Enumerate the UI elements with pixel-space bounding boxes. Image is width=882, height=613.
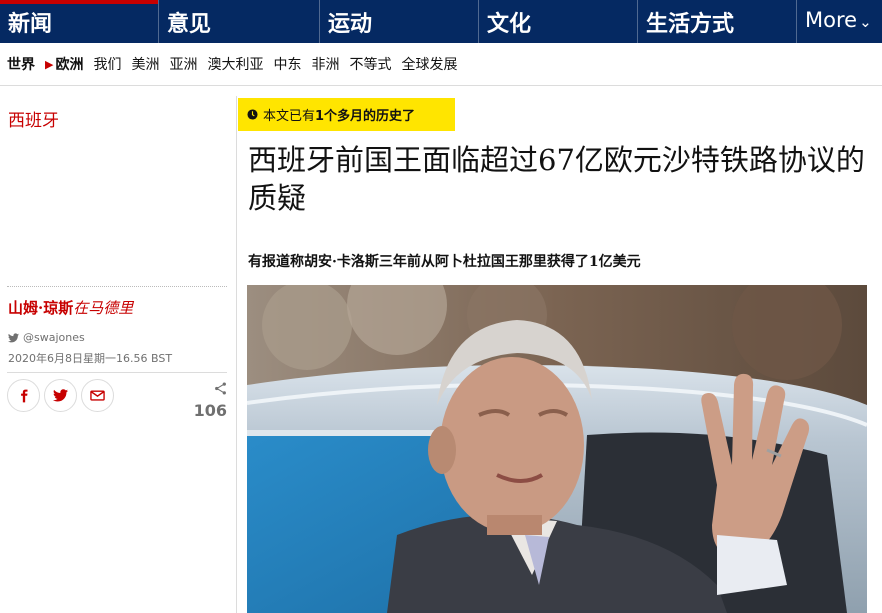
subnav-item-middle-east[interactable]: 中东 (273, 54, 301, 74)
nav-pillar-label: 运动 (328, 11, 373, 37)
subnav-item-africa[interactable]: 非洲 (311, 54, 339, 74)
share-count: 106 (194, 380, 227, 420)
nav-pillar-label: 新闻 (8, 11, 53, 37)
age-prefix: 本文已有 (263, 109, 316, 124)
pillar-bar (638, 0, 796, 4)
pillar-bar (320, 0, 478, 4)
subnav-item-us[interactable]: 我们 (93, 54, 121, 74)
article-main-photo (247, 285, 867, 613)
section-label[interactable]: 西班牙 (8, 106, 59, 131)
twitter-icon (53, 389, 68, 402)
subnav-item-inequality[interactable]: 不等式 (349, 54, 391, 74)
article-meta-column: 西班牙 山姆·琼斯在马德里 @swajones 2020年6月8日星期一16.5… (0, 96, 237, 613)
twitter-icon (8, 332, 19, 342)
nav-pillar-lifestyle[interactable]: 生活方式 (638, 0, 797, 43)
subnav-item-global-development[interactable]: 全球发展 (401, 54, 457, 74)
byline-location: 在马德里 (73, 299, 134, 317)
clock-icon (247, 109, 258, 120)
active-pillar-bar (0, 0, 158, 4)
subnav-item-europe[interactable]: 欧洲 (55, 54, 83, 74)
subnav-item-asia[interactable]: 亚洲 (169, 54, 197, 74)
article-standfirst: 有报道称胡安·卡洛斯三年前从阿卜杜拉国王那里获得了1亿美元 (248, 254, 641, 270)
article-headline: 西班牙前国王面临超过67亿欧元沙特铁路协议的质疑 (248, 143, 865, 215)
author-link[interactable]: 山姆·琼斯 (8, 299, 73, 317)
nav-pillar-culture[interactable]: 文化 (479, 0, 638, 43)
article-age-badge: 本文已有 1个多月的历史了 (238, 98, 455, 131)
nav-pillar-label: 意见 (167, 11, 212, 37)
meta-divider (7, 372, 227, 373)
share-icon (215, 382, 226, 395)
nav-pillar-news[interactable]: 新闻 (0, 0, 159, 43)
share-twitter-button[interactable] (44, 379, 77, 412)
triangle-right-icon: ▶ (45, 57, 54, 71)
more-label: More (805, 8, 858, 32)
nav-pillar-sport[interactable]: 运动 (320, 0, 479, 43)
email-icon (90, 390, 105, 401)
top-navigation: 新闻 意见 运动 文化 生活方式 More ⌄ (0, 0, 882, 43)
meta-divider (7, 286, 227, 287)
nav-pillar-label: 文化 (487, 11, 532, 37)
dateline: 2020年6月8日星期一16.56 BST (8, 352, 173, 365)
share-facebook-button[interactable] (7, 379, 40, 412)
twitter-handle-row[interactable]: @swajones (8, 331, 85, 344)
facebook-icon (20, 389, 27, 402)
nav-pillar-opinion[interactable]: 意见 (159, 0, 320, 43)
pillar-bar (479, 0, 637, 4)
age-emphasis: 1个多月的历史了 (315, 109, 416, 124)
subnav-item-australia[interactable]: 澳大利亚 (207, 54, 263, 74)
pillar-bar (159, 0, 319, 4)
twitter-handle: @swajones (23, 331, 85, 344)
byline: 山姆·琼斯在马德里 (8, 297, 133, 318)
photo-illustration (247, 285, 867, 613)
share-email-button[interactable] (81, 379, 114, 412)
subnav-item-americas[interactable]: 美洲 (131, 54, 159, 74)
sub-navigation: 世界 ▶ 欧洲 我们 美洲 亚洲 澳大利亚 中东 非洲 不等式 全球发展 (0, 43, 882, 86)
nav-pillar-label: 生活方式 (646, 11, 735, 37)
nav-more-button[interactable]: More ⌄ (797, 0, 882, 43)
chevron-down-icon: ⌄ (859, 13, 872, 31)
share-count-value: 106 (193, 401, 227, 420)
subnav-item-world[interactable]: 世界 (7, 54, 35, 74)
